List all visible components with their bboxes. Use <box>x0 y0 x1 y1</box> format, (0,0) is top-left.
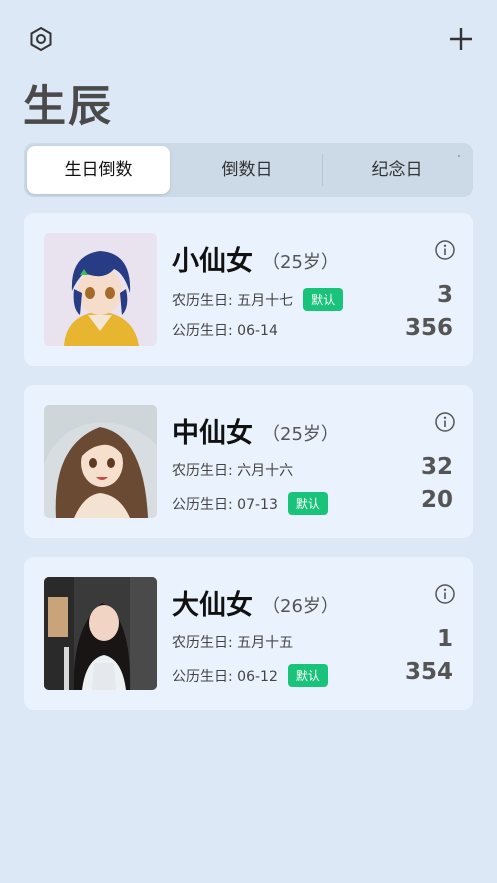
person-name: 大仙女 <box>172 590 253 621</box>
default-badge: 默认 <box>303 288 344 311</box>
solar-birthday-text: 公历生日: 06-14 <box>172 323 278 339</box>
person-age: （26岁） <box>262 596 339 617</box>
birthday-card[interactable]: 小仙女 （25岁） 农历生日: 五月十七 默认 公历生日: 06-14 3 356 <box>24 213 473 366</box>
person-age: （25岁） <box>262 424 339 445</box>
solar-birthday: 公历生日: 06-14 <box>172 320 278 340</box>
avatar <box>44 233 157 346</box>
person-name: 中仙女 <box>172 418 253 449</box>
default-badge: 默认 <box>287 492 328 515</box>
solar-days-count: 20 <box>420 487 453 513</box>
solar-days-count: 354 <box>404 659 453 685</box>
info-icon[interactable] <box>434 239 456 261</box>
avatar <box>44 577 157 690</box>
segmented-tabs: 生日倒数 倒数日 纪念日 <box>24 143 473 197</box>
tab-countdown-days[interactable]: 倒数日 <box>174 146 320 194</box>
info-icon[interactable] <box>434 411 456 433</box>
lunar-birthday-text: 农历生日: 五月十七 <box>172 293 294 309</box>
tab-dot <box>458 155 460 157</box>
birthday-card[interactable]: 中仙女 （25岁） 农历生日: 六月十六 公历生日: 07-13 默认 32 20 <box>24 385 473 538</box>
lunar-days-count: 3 <box>436 282 453 308</box>
solar-birthday: 公历生日: 06-12 默认 <box>172 664 328 687</box>
solar-days-count: 356 <box>404 315 453 341</box>
page-title: 生辰 <box>23 82 113 132</box>
tab-divider <box>322 154 323 186</box>
avatar <box>44 405 157 518</box>
lunar-birthday-text: 农历生日: 五月十五 <box>172 635 294 651</box>
solar-birthday-text: 公历生日: 06-12 <box>172 669 278 685</box>
default-badge: 默认 <box>287 664 328 687</box>
lunar-days-count: 1 <box>436 626 453 652</box>
solar-birthday-text: 公历生日: 07-13 <box>172 497 278 513</box>
info-icon[interactable] <box>434 583 456 605</box>
lunar-birthday: 农历生日: 六月十六 <box>172 460 293 480</box>
birthday-card[interactable]: 大仙女 （26岁） 农历生日: 五月十五 公历生日: 06-12 默认 1 354 <box>24 557 473 710</box>
person-name: 小仙女 <box>172 246 253 277</box>
solar-birthday: 公历生日: 07-13 默认 <box>172 492 328 515</box>
add-icon[interactable] <box>447 25 475 53</box>
lunar-birthday: 农历生日: 五月十五 <box>172 632 293 652</box>
tab-birthday-countdown[interactable]: 生日倒数 <box>27 146 170 194</box>
settings-icon[interactable] <box>28 26 54 52</box>
lunar-birthday-text: 农历生日: 六月十六 <box>172 463 294 479</box>
lunar-birthday: 农历生日: 五月十七 默认 <box>172 288 344 311</box>
tab-anniversary[interactable]: 纪念日 <box>324 146 470 194</box>
lunar-days-count: 32 <box>420 454 453 480</box>
person-age: （25岁） <box>262 252 339 273</box>
